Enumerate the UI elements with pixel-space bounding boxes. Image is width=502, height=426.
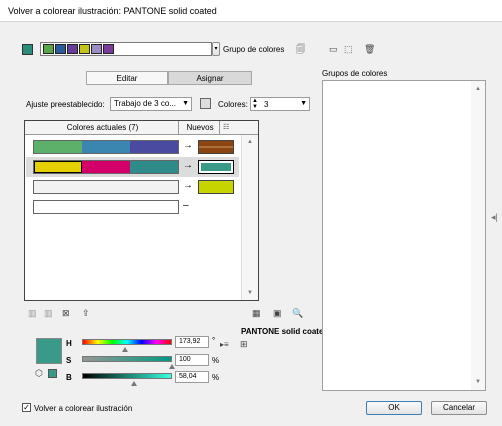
b-label: B xyxy=(66,373,72,382)
mapping-arrow[interactable]: → xyxy=(183,181,193,191)
current-color-segment[interactable] xyxy=(130,141,178,153)
current-colors-bar[interactable] xyxy=(33,180,179,194)
new-colors-header: Nuevos xyxy=(186,123,214,132)
group-strip-swatch xyxy=(55,44,66,54)
group-dropdown-arrow[interactable]: ▾ xyxy=(212,42,220,56)
chevron-down-icon: ▼ xyxy=(182,100,189,107)
mapping-arrow[interactable]: → xyxy=(183,141,193,151)
color-reduction-options-icon[interactable] xyxy=(200,98,211,109)
new-color-cell[interactable] xyxy=(198,160,234,174)
table-scrollbar[interactable]: ▲ ▼ xyxy=(241,135,258,300)
exclude-colors-icon[interactable]: ⊠ xyxy=(62,308,70,318)
chevron-down-icon[interactable]: ▼ xyxy=(300,100,307,107)
scroll-down-icon[interactable]: ▼ xyxy=(475,379,481,385)
mapping-arrow[interactable]: → xyxy=(183,161,193,171)
current-color-segment[interactable] xyxy=(34,181,178,193)
s-slider[interactable] xyxy=(82,356,172,362)
current-color-segment[interactable] xyxy=(34,141,82,153)
b-unit: % xyxy=(212,373,220,382)
group-strip-swatch xyxy=(43,44,54,54)
scroll-up-icon[interactable]: ▲ xyxy=(247,139,253,145)
group-label: Grupo de colores xyxy=(223,45,285,54)
table-header: Colores actuales (7) Nuevos ☷ xyxy=(25,121,258,135)
mapping-arrow[interactable]: – xyxy=(183,201,189,211)
tab-assign[interactable]: Asignar xyxy=(168,71,252,85)
b-slider-thumb[interactable] xyxy=(131,381,138,386)
h-label: H xyxy=(66,339,72,348)
group-strip-swatch xyxy=(79,44,90,54)
b-value-field[interactable]: 58,04 xyxy=(175,371,209,383)
groups-title: Grupos de colores xyxy=(322,69,388,78)
new-group-icon[interactable]: ⬚ xyxy=(344,44,353,54)
color-group-strip[interactable] xyxy=(40,42,212,56)
group-strip-swatch xyxy=(67,44,78,54)
merge-colors-icon[interactable]: ▥ xyxy=(28,308,37,318)
group-strip-swatch xyxy=(103,44,114,54)
stepper-arrows-icon[interactable]: ▲ ▼ xyxy=(252,98,258,110)
randomize-order-icon[interactable]: ▦ xyxy=(252,308,261,318)
current-color-preview xyxy=(36,338,62,364)
h-value-field[interactable]: 173,92 xyxy=(175,336,209,348)
find-color-icon[interactable]: 🔍 xyxy=(292,308,303,318)
b-slider[interactable] xyxy=(82,373,172,379)
current-color-segment[interactable] xyxy=(82,161,130,173)
current-color-segment[interactable] xyxy=(34,161,82,173)
cancel-button[interactable]: Cancelar xyxy=(431,401,487,415)
current-color-segment[interactable] xyxy=(82,141,130,153)
h-slider-thumb[interactable] xyxy=(122,347,129,352)
recolor-checkbox[interactable]: ✓ xyxy=(22,403,31,412)
randomize-saturation-icon[interactable]: ▣ xyxy=(273,308,282,318)
colors-value: 3 xyxy=(264,100,269,109)
preset-value: Trabajo de 3 co... xyxy=(114,99,176,108)
save-group-icon[interactable]: 🗐 xyxy=(296,44,305,54)
colors-label: Colores: xyxy=(218,100,248,109)
tab-edit[interactable]: Editar xyxy=(86,71,168,85)
current-colors-bar[interactable] xyxy=(33,200,179,214)
new-color-cell[interactable] xyxy=(198,180,234,194)
current-colors-bar[interactable] xyxy=(33,160,179,174)
collapse-panel-handle-icon[interactable]: ◂| xyxy=(491,212,498,222)
preset-select[interactable]: Trabajo de 3 co... ▼ xyxy=(110,97,192,111)
s-unit: % xyxy=(212,356,220,365)
active-color-swatch[interactable] xyxy=(22,44,33,55)
colors-stepper[interactable]: ▲ ▼ 3 ▼ xyxy=(250,97,310,111)
scroll-up-icon[interactable]: ▲ xyxy=(475,86,481,92)
current-colors-header: Colores actuales (7) xyxy=(66,123,139,132)
h-unit: ° xyxy=(212,336,216,345)
save-icon[interactable]: ▭ xyxy=(329,44,338,54)
s-label: S xyxy=(66,356,72,365)
recolor-label[interactable]: Volver a colorear ilustración xyxy=(34,404,132,413)
groups-list[interactable]: ▲ ▼ xyxy=(322,80,486,391)
limit-to-library-icon[interactable]: ⊞ xyxy=(240,339,248,349)
scroll-down-icon[interactable]: ▼ xyxy=(247,290,253,296)
color-mode-menu-icon[interactable]: ▸≡ xyxy=(220,340,229,350)
preset-label: Ajuste preestablecido: xyxy=(26,100,105,109)
columns-options-icon[interactable]: ☷ xyxy=(223,123,229,133)
new-color-cell[interactable] xyxy=(198,140,234,154)
group-strip-swatch xyxy=(91,44,102,54)
colors-table: Colores actuales (7) Nuevos ☷ ▲ ▼ → → → – xyxy=(24,120,259,301)
groups-scrollbar[interactable]: ▲ ▼ xyxy=(471,81,485,390)
current-color-segment[interactable] xyxy=(34,201,178,213)
s-value-field[interactable]: 100 xyxy=(175,354,209,366)
window-title: Volver a colorear ilustración: PANTONE s… xyxy=(8,6,217,16)
current-colors-bar[interactable] xyxy=(33,140,179,154)
h-slider[interactable] xyxy=(82,339,172,345)
new-row-icon[interactable]: ⇪ xyxy=(82,308,90,318)
library-name: PANTONE solid coated xyxy=(241,327,329,336)
title-bar: Volver a colorear ilustración: PANTONE s… xyxy=(0,0,502,22)
swatch-small-icon[interactable] xyxy=(48,369,57,378)
3d-cube-icon[interactable]: ⬡ xyxy=(35,368,43,378)
current-color-segment[interactable] xyxy=(130,161,178,173)
delete-icon[interactable]: 🗑 xyxy=(364,44,375,54)
separate-colors-icon[interactable]: ▥ xyxy=(44,308,53,318)
ok-button[interactable]: OK xyxy=(366,401,422,415)
